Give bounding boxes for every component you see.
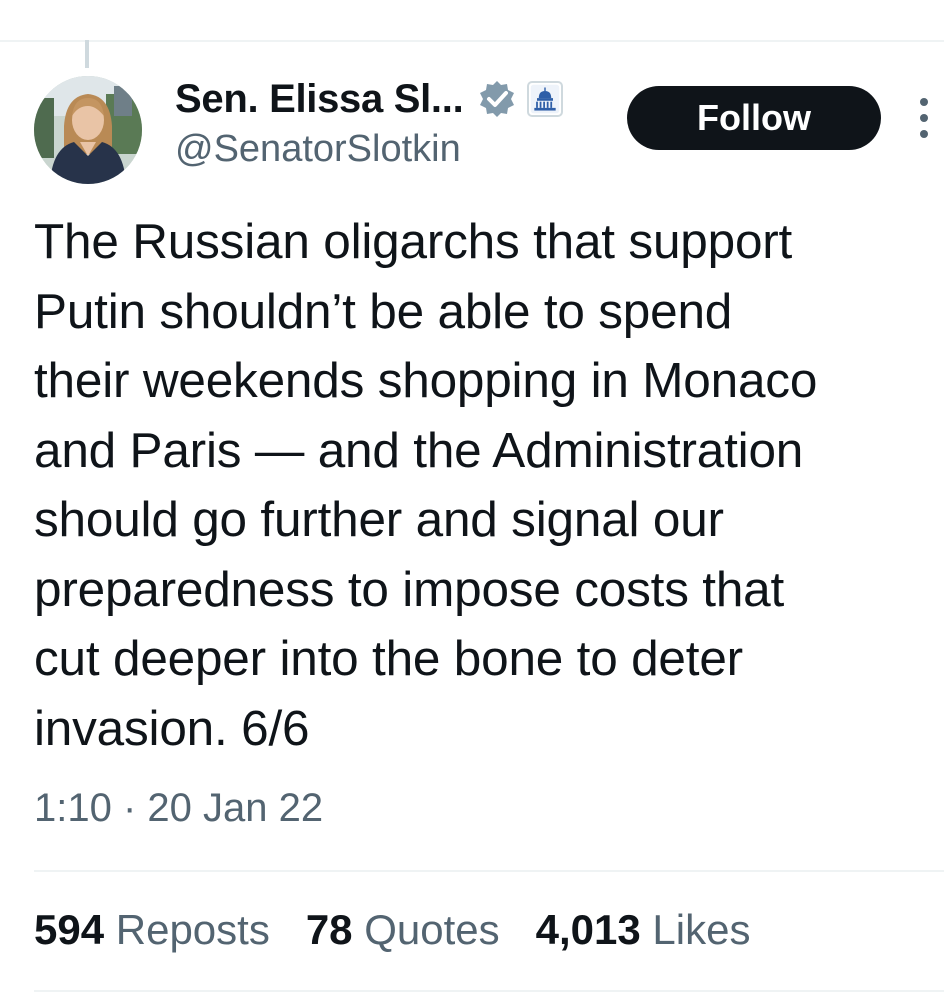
likes-label: Likes: [652, 906, 751, 953]
likes-count: 4,013: [535, 906, 653, 953]
more-vertical-icon[interactable]: [912, 96, 936, 140]
thread-connector-line: [85, 40, 89, 68]
reposts-label: Reposts: [115, 906, 270, 953]
tweet-timestamp[interactable]: 1:10 · 20 Jan 22: [34, 786, 323, 831]
tweet-text: The Russian oligarchs that support Putin…: [34, 214, 818, 756]
avatar[interactable]: [34, 76, 142, 184]
stats-top-divider: [34, 870, 944, 872]
likes-stat[interactable]: 4,013 Likes: [536, 906, 751, 954]
verified-badge-icon[interactable]: [477, 79, 517, 119]
engagement-stats: 594 Reposts 78 Quotes 4,013 Likes: [34, 906, 786, 954]
follow-button[interactable]: Follow: [627, 86, 881, 150]
stats-bottom-divider: [34, 990, 944, 992]
avatar-photo: [34, 76, 142, 184]
capitol-building-icon[interactable]: [527, 81, 564, 117]
author-display-name[interactable]: Sen. Elissa Sl...: [175, 77, 464, 122]
quotes-count: 78: [305, 906, 365, 953]
author-handle[interactable]: @SenatorSlotkin: [175, 128, 461, 171]
quotes-label: Quotes: [364, 906, 500, 953]
author-name-row: Sen. Elissa Sl...: [175, 74, 564, 124]
quotes-stat[interactable]: 78 Quotes: [306, 906, 500, 954]
reposts-count: 594: [34, 906, 116, 953]
reposts-stat[interactable]: 594 Reposts: [34, 906, 270, 954]
top-divider: [0, 40, 944, 42]
